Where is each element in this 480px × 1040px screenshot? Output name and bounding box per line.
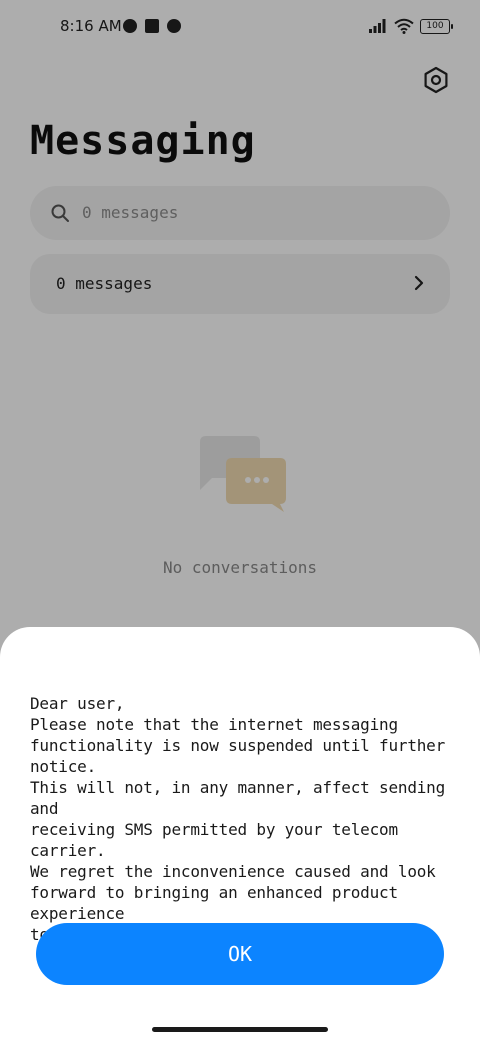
home-indicator[interactable]: [152, 1027, 328, 1032]
ok-button[interactable]: OK: [36, 923, 444, 985]
dialog-message: Dear user, Please note that the internet…: [30, 694, 446, 944]
notice-dialog: Dear user, Please note that the internet…: [0, 627, 480, 1040]
